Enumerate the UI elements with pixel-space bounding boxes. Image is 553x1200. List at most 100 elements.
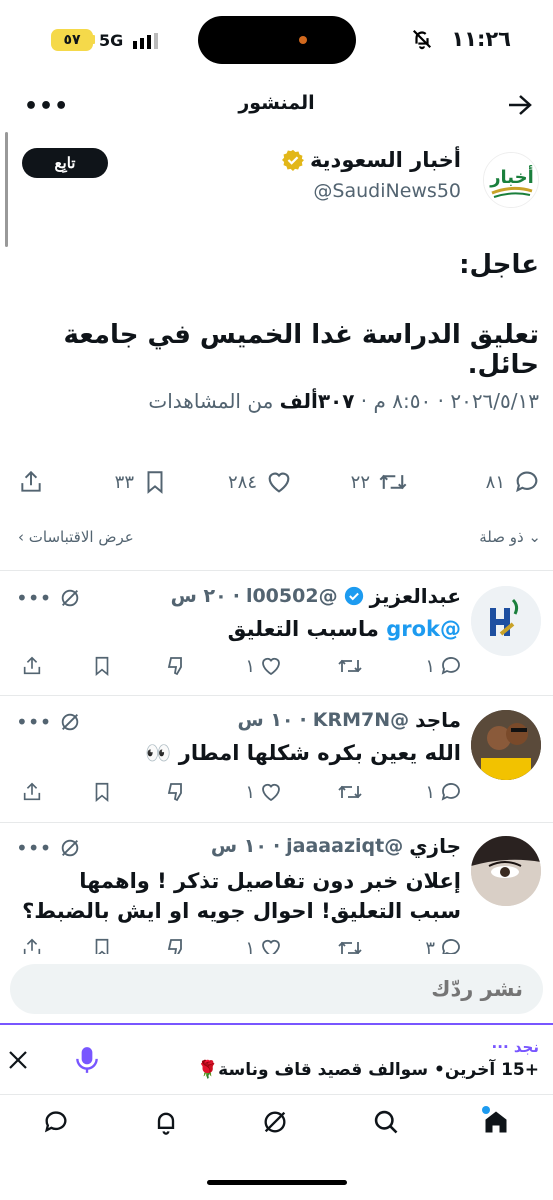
- like-button[interactable]: ١: [245, 936, 283, 954]
- relevance-filter[interactable]: ذو صلة ⌄: [479, 528, 541, 546]
- battery-tip: [92, 35, 95, 44]
- dislike-button[interactable]: [164, 936, 188, 954]
- bookmark-button[interactable]: ٣٣: [115, 468, 168, 496]
- reply-header: جازي @jaaaaziqt · ١٠ س: [210, 834, 461, 858]
- reply-avatar[interactable]: [471, 586, 541, 656]
- reply-input[interactable]: [10, 964, 543, 1014]
- reply-text: إعلان خبر دون تفاصيل تذكر ! واهمها سبب ا…: [22, 869, 461, 923]
- share-icon: [23, 782, 41, 801]
- retweet-icon: [338, 941, 362, 954]
- space-title[interactable]: +15 آخرين• سوالف قصيد قاف وناسة🌹: [197, 1060, 539, 1080]
- share-icon: [23, 656, 41, 675]
- retweet-button[interactable]: [337, 936, 363, 954]
- dynamic-island: [198, 16, 356, 64]
- retweet-icon: [378, 468, 408, 496]
- grok-icon[interactable]: [261, 1108, 289, 1136]
- mention-link[interactable]: @grok: [386, 617, 461, 641]
- like-button[interactable]: ١: [245, 654, 283, 678]
- dislike-button[interactable]: [164, 654, 188, 678]
- reply-button[interactable]: ١: [425, 780, 463, 804]
- tweet-date: ٢٠٢٦/٥/١٣: [450, 389, 539, 413]
- thumbs-down-icon: [167, 939, 182, 954]
- retweet-button[interactable]: [337, 780, 363, 804]
- battery-indicator: ٥٧: [51, 29, 93, 51]
- divider: [0, 570, 553, 571]
- reply-actions: ١ ١: [13, 780, 463, 806]
- network-type: 5G: [99, 31, 124, 50]
- signal-icon: [133, 33, 161, 49]
- retweet-button[interactable]: ٢٢: [351, 468, 408, 496]
- reply-tools: •••: [16, 710, 81, 734]
- microphone-icon[interactable]: [74, 1045, 100, 1075]
- divider: [0, 822, 553, 823]
- page-title: المنشور: [238, 92, 315, 114]
- reply-actions: ١ ١: [13, 654, 463, 680]
- chevron-down-icon: ⌄: [528, 528, 541, 546]
- reply-button[interactable]: ٣: [425, 936, 463, 954]
- notifications-icon[interactable]: [152, 1108, 180, 1136]
- bookmark-button[interactable]: [91, 654, 113, 678]
- reply-header: عبدالعزيز @l00502 · ٢٠ س: [170, 584, 461, 608]
- share-button[interactable]: [21, 654, 43, 678]
- tweet-text-line1: عاجل:: [459, 250, 539, 280]
- share-button[interactable]: [21, 780, 43, 804]
- more-options-icon[interactable]: •••: [16, 586, 51, 610]
- bookmark-icon: [142, 468, 168, 496]
- retweet-button[interactable]: [337, 654, 363, 678]
- reply-header: ماجد @KRM7N · ١٠ س: [237, 708, 461, 732]
- scrollbar[interactable]: [5, 132, 8, 247]
- reply-text: الله يعين بكره شكلها امطار 👀: [145, 741, 461, 765]
- grok-icon[interactable]: [59, 837, 81, 859]
- more-options-icon[interactable]: •••: [16, 836, 51, 860]
- close-icon[interactable]: [6, 1048, 30, 1072]
- more-options-icon[interactable]: •••: [24, 94, 69, 119]
- tweet-text-line2: تعليق الدراسة غدا الخميس في جامعة حائل.: [63, 320, 539, 380]
- share-icon[interactable]: [18, 468, 44, 496]
- more-options-icon[interactable]: •••: [16, 710, 51, 734]
- follow-button[interactable]: تابِع: [22, 148, 108, 178]
- bookmark-button[interactable]: [91, 780, 113, 804]
- grok-icon[interactable]: [59, 711, 81, 733]
- more-dots-icon: ···: [491, 1038, 509, 1056]
- bookmark-button[interactable]: [91, 936, 113, 954]
- heart-icon: [265, 468, 293, 496]
- heart-icon: [262, 939, 280, 954]
- author-name[interactable]: أخبار السعودية: [281, 148, 461, 172]
- share-icon: [23, 938, 41, 954]
- reply-button[interactable]: ١: [425, 654, 463, 678]
- home-indicator: [207, 1180, 347, 1185]
- reply-button[interactable]: ٨١: [486, 468, 541, 496]
- space-progress-line: [0, 1023, 553, 1025]
- tweet-time: ٨:٥٠ م: [373, 389, 432, 413]
- retweet-icon: [338, 659, 362, 673]
- verified-gold-icon: [281, 149, 304, 171]
- reply-avatar[interactable]: [471, 836, 541, 906]
- like-button[interactable]: ١: [245, 780, 283, 804]
- search-icon[interactable]: [372, 1108, 400, 1136]
- reply-text: @grok ماسبب التعليق: [227, 617, 461, 641]
- grok-icon[interactable]: [59, 587, 81, 609]
- reply-icon: [442, 939, 460, 954]
- avatar-logo-text: أخبار: [489, 165, 534, 188]
- reply-icon: [441, 783, 460, 801]
- verified-blue-icon: [344, 586, 364, 606]
- messages-icon[interactable]: [42, 1108, 70, 1136]
- space-location[interactable]: نجد ···: [492, 1038, 539, 1056]
- bottom-nav: [0, 1108, 553, 1148]
- bookmark-icon: [95, 938, 109, 954]
- like-button[interactable]: ٢٨٤: [228, 468, 293, 496]
- view-quotes-link[interactable]: ‹ عرض الاقتباسات: [18, 528, 134, 546]
- reply-avatar[interactable]: [471, 710, 541, 780]
- dislike-button[interactable]: [164, 780, 188, 804]
- author-handle: @SaudiNews50: [313, 180, 461, 202]
- chevron-left-icon: ‹: [18, 528, 24, 546]
- bell-off-icon: [411, 28, 433, 50]
- views-label: من المشاهدات: [148, 389, 274, 413]
- reply-tools: •••: [16, 586, 81, 610]
- heart-icon: [262, 657, 280, 676]
- reply-actions: ٣ ١: [13, 936, 463, 954]
- share-button[interactable]: [21, 936, 43, 954]
- reply-icon: [441, 657, 460, 675]
- author-avatar[interactable]: أخبار: [483, 152, 539, 208]
- thumbs-down-icon: [167, 657, 182, 676]
